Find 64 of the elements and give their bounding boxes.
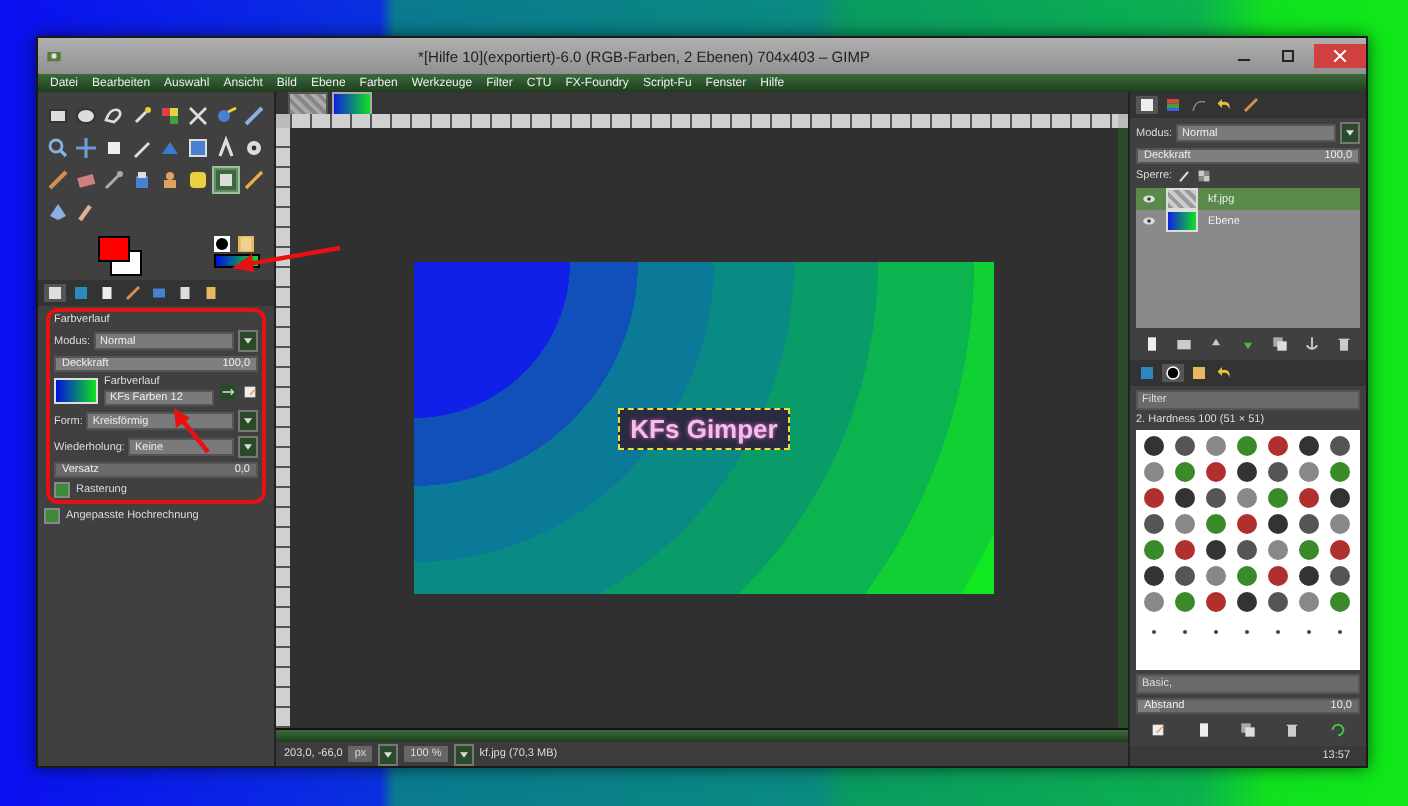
new-layer-icon[interactable] xyxy=(1144,336,1160,352)
lock-pixels-icon[interactable] xyxy=(1176,168,1193,184)
tool-icon[interactable] xyxy=(186,168,210,192)
image-tab[interactable] xyxy=(288,92,328,116)
tool-icon[interactable] xyxy=(102,136,126,160)
checkbox[interactable] xyxy=(54,482,70,498)
tool-icon[interactable] xyxy=(46,168,70,192)
image-tab[interactable] xyxy=(332,92,372,116)
horizontal-scrollbar[interactable] xyxy=(276,728,1128,742)
tool-icon[interactable] xyxy=(46,104,70,128)
undo-tab-icon[interactable] xyxy=(1214,96,1236,114)
edit-brush-icon[interactable] xyxy=(1150,722,1167,738)
tool-icon[interactable] xyxy=(214,136,238,160)
vertical-scrollbar[interactable] xyxy=(1118,128,1128,728)
tool-icon[interactable] xyxy=(242,168,266,192)
tool-icon[interactable] xyxy=(158,168,182,192)
tool-icon[interactable] xyxy=(242,136,266,160)
brush-tab-icon[interactable] xyxy=(1162,364,1184,382)
undo-tab-icon[interactable] xyxy=(1214,364,1236,382)
tool-icon[interactable] xyxy=(214,104,238,128)
trash-icon[interactable] xyxy=(1336,336,1352,352)
tool-icon[interactable] xyxy=(74,104,98,128)
duplicate-icon[interactable] xyxy=(1272,336,1288,352)
layer-thumbnail xyxy=(1166,210,1198,232)
tool-icon[interactable] xyxy=(46,200,70,224)
color-swatches[interactable] xyxy=(98,236,142,280)
tool-icon[interactable] xyxy=(74,200,98,224)
checkbox[interactable] xyxy=(44,508,60,524)
tool-icon[interactable] xyxy=(214,168,238,192)
image-text: KFs Gimper xyxy=(618,407,790,449)
anchor-icon[interactable] xyxy=(1304,336,1320,352)
close-button[interactable] xyxy=(1314,44,1366,68)
eye-icon[interactable] xyxy=(1142,194,1156,204)
tool-icon[interactable] xyxy=(102,168,126,192)
layer-thumbnail xyxy=(1166,188,1198,210)
gradient-tab-icon[interactable] xyxy=(70,284,92,302)
brush-preview-icon[interactable] xyxy=(214,236,230,252)
tool-icon[interactable] xyxy=(46,136,70,160)
folder-icon[interactable] xyxy=(1176,336,1192,352)
brush-grid-drawing[interactable] xyxy=(1136,430,1360,670)
paths-tab-icon[interactable] xyxy=(1188,96,1210,114)
pattern-tab-icon[interactable] xyxy=(1188,364,1210,382)
tool-icon[interactable] xyxy=(242,104,266,128)
gradient-tab-icon[interactable] xyxy=(1136,364,1158,382)
channels-tab-icon[interactable] xyxy=(1162,96,1184,114)
app-icon xyxy=(46,48,62,64)
eye-icon[interactable] xyxy=(1142,216,1156,226)
refresh-icon[interactable] xyxy=(1329,722,1346,738)
edit-icon[interactable] xyxy=(242,383,258,399)
lock-alpha-icon[interactable] xyxy=(1196,168,1213,184)
annotation-arrow xyxy=(232,245,341,272)
trash-icon[interactable] xyxy=(1284,722,1301,738)
tool-icon[interactable] xyxy=(130,104,154,128)
tool-icon[interactable] xyxy=(102,104,126,128)
close-icon xyxy=(1334,50,1346,62)
tool-icon[interactable] xyxy=(130,136,154,160)
reverse-icon[interactable] xyxy=(220,383,236,399)
annotation-arrow xyxy=(174,408,210,454)
maximize-icon xyxy=(1282,50,1294,62)
tool-icon[interactable] xyxy=(130,168,154,192)
tool-icon[interactable] xyxy=(158,104,182,128)
tool-options-tab-icon[interactable] xyxy=(44,284,66,302)
layers-tab-icon[interactable] xyxy=(1136,96,1158,114)
duplicate-icon[interactable] xyxy=(1239,722,1256,738)
